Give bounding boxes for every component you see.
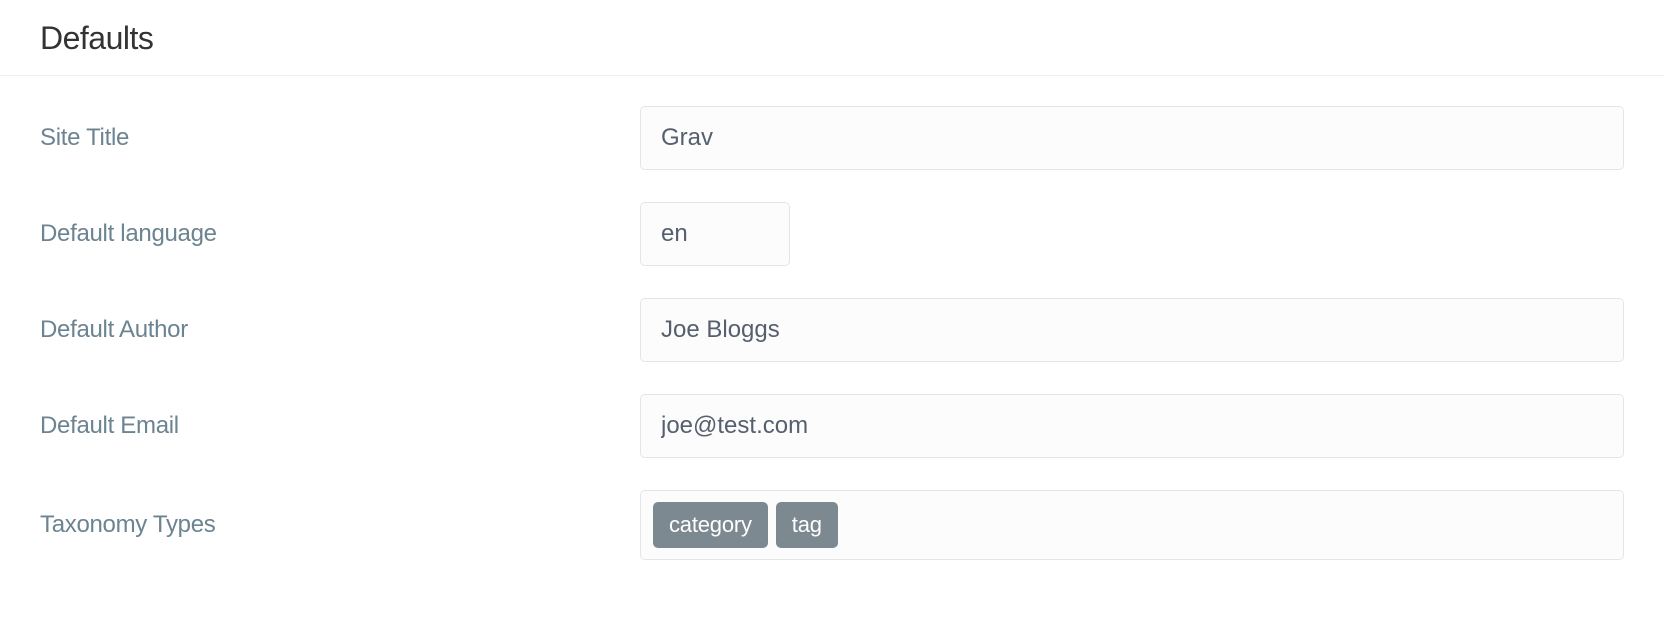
- row-default-language: Default language: [40, 202, 1624, 266]
- taxonomy-tag[interactable]: tag: [776, 502, 838, 548]
- row-site-title: Site Title: [40, 106, 1624, 170]
- row-default-email: Default Email: [40, 394, 1624, 458]
- label-default-email: Default Email: [40, 412, 640, 440]
- label-taxonomy-types: Taxonomy Types: [40, 511, 640, 539]
- label-default-language: Default language: [40, 220, 640, 248]
- site-title-input[interactable]: [640, 106, 1624, 170]
- defaults-form: Site Title Default language Default Auth…: [0, 76, 1664, 622]
- control-wrap: [640, 298, 1624, 362]
- default-email-input[interactable]: [640, 394, 1624, 458]
- control-wrap: [640, 202, 1624, 266]
- row-taxonomy-types: Taxonomy Types category tag: [40, 490, 1624, 560]
- taxonomy-tag[interactable]: category: [653, 502, 768, 548]
- taxonomy-types-input[interactable]: category tag: [640, 490, 1624, 560]
- label-default-author: Default Author: [40, 316, 640, 344]
- row-default-author: Default Author: [40, 298, 1624, 362]
- control-wrap: [640, 394, 1624, 458]
- control-wrap: [640, 106, 1624, 170]
- default-author-input[interactable]: [640, 298, 1624, 362]
- control-wrap: category tag: [640, 490, 1624, 560]
- page-title: Defaults: [0, 0, 1664, 76]
- default-language-input[interactable]: [640, 202, 790, 266]
- label-site-title: Site Title: [40, 124, 640, 152]
